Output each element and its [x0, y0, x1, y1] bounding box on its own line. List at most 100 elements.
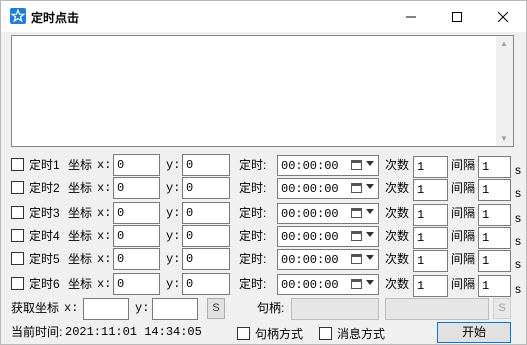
capture-y-input[interactable]: [152, 298, 198, 320]
capture-s-button[interactable]: S: [207, 298, 225, 319]
timer6-time-label: 定时:: [239, 277, 267, 291]
timer1-y-input[interactable]: 0: [182, 154, 230, 176]
timer6-count-label: 次数: [385, 277, 410, 291]
message-mode-label: 消息方式: [337, 327, 386, 341]
timer1-time-picker[interactable]: 00:00:00: [277, 155, 379, 176]
timer4-time-picker[interactable]: 00:00:00: [277, 226, 379, 247]
timer2-interval-input[interactable]: 1: [478, 179, 511, 201]
maximize-button[interactable]: [434, 1, 480, 32]
calendar-icon[interactable]: [351, 279, 362, 289]
timer3-time-picker[interactable]: 00:00:00: [277, 203, 379, 224]
timer1-interval-input[interactable]: 1: [478, 156, 511, 178]
star-icon: [10, 8, 26, 24]
start-button[interactable]: 开始: [437, 322, 511, 343]
timer2-y-input[interactable]: 0: [182, 177, 230, 199]
log-textarea[interactable]: ▲ ▼: [11, 35, 514, 147]
timer2-x-input[interactable]: 0: [113, 177, 160, 199]
chevron-down-icon[interactable]: [366, 184, 374, 189]
calendar-icon[interactable]: [351, 208, 362, 218]
timer1-y-label: y:: [166, 158, 181, 172]
timer6-unit: s: [515, 282, 521, 296]
calendar-icon[interactable]: [351, 254, 362, 264]
timer5-x-label: x:: [97, 252, 112, 266]
timer6-y-label: y:: [166, 277, 181, 291]
minimize-button[interactable]: [388, 1, 434, 32]
timer6-x-label: x:: [97, 277, 112, 291]
timer5-unit: s: [515, 257, 521, 271]
timer4-checkbox[interactable]: [11, 229, 24, 242]
timer2-time-label: 定时:: [239, 181, 267, 195]
vertical-scrollbar[interactable]: ▲ ▼: [496, 36, 513, 146]
chevron-down-icon[interactable]: [366, 161, 374, 166]
timer1-x-input[interactable]: 0: [113, 154, 160, 176]
timer3-x-input[interactable]: 0: [113, 202, 160, 224]
calendar-icon[interactable]: [351, 231, 362, 241]
timer2-unit: s: [515, 186, 521, 200]
timer6-checkbox[interactable]: [11, 277, 24, 290]
timer2-time-picker[interactable]: 00:00:00: [277, 178, 379, 199]
timer1-count-input[interactable]: 1: [413, 156, 448, 178]
timer4-x-label: x:: [97, 229, 112, 243]
timer2-y-label: y:: [166, 181, 181, 195]
timer5-count-input[interactable]: 1: [413, 250, 448, 272]
timer3-interval-input[interactable]: 1: [478, 204, 511, 226]
timer3-x-label: x:: [97, 206, 112, 220]
title-bar[interactable]: 定时点击: [1, 1, 526, 32]
timer2-checkbox[interactable]: [11, 181, 24, 194]
handle-s-button[interactable]: S: [493, 298, 511, 319]
timer4-y-input[interactable]: 0: [182, 225, 230, 247]
scroll-up-icon[interactable]: ▲: [500, 39, 508, 48]
timer3-label: 定时3: [29, 206, 60, 220]
timer5-x-input[interactable]: 0: [113, 248, 160, 270]
chevron-down-icon[interactable]: [366, 232, 374, 237]
chevron-down-icon[interactable]: [366, 280, 374, 285]
calendar-icon[interactable]: [351, 183, 362, 193]
timer6-time-value: 00:00:00: [281, 278, 339, 292]
timer5-checkbox[interactable]: [11, 252, 24, 265]
timer5-interval-input[interactable]: 1: [478, 250, 511, 272]
message-mode-checkbox[interactable]: [319, 327, 332, 340]
timer4-x-input[interactable]: 0: [113, 225, 160, 247]
timer6-coord-label: 坐标: [68, 277, 93, 291]
chevron-down-icon[interactable]: [366, 209, 374, 214]
timer6-time-picker[interactable]: 00:00:00: [277, 274, 379, 295]
timer5-coord-label: 坐标: [68, 252, 93, 266]
capture-x-input[interactable]: [83, 298, 129, 320]
chevron-down-icon[interactable]: [366, 255, 374, 260]
timer6-count-input[interactable]: 1: [413, 275, 448, 297]
timer3-y-input[interactable]: 0: [182, 202, 230, 224]
timer2-time-value: 00:00:00: [281, 182, 339, 196]
timer3-checkbox[interactable]: [11, 206, 24, 219]
timer4-unit: s: [515, 234, 521, 248]
close-button[interactable]: [480, 1, 526, 32]
handle-mode-checkbox[interactable]: [237, 327, 250, 340]
handle-mode-label: 句柄方式: [255, 327, 304, 341]
timer3-count-input[interactable]: 1: [413, 204, 448, 226]
timer1-label: 定时1: [29, 158, 60, 172]
timer5-y-label: y:: [166, 252, 181, 266]
calendar-icon[interactable]: [351, 160, 362, 170]
timer1-checkbox[interactable]: [11, 158, 24, 171]
timer2-count-input[interactable]: 1: [413, 179, 448, 201]
scroll-down-icon[interactable]: ▼: [500, 134, 508, 143]
timer5-time-picker[interactable]: 00:00:00: [277, 249, 379, 270]
timer6-interval-input[interactable]: 1: [478, 275, 511, 297]
handle-input[interactable]: [291, 298, 379, 320]
timer5-y-input[interactable]: 0: [182, 248, 230, 270]
timer3-time-value: 00:00:00: [281, 207, 339, 221]
current-time-value: 2021:11:01 14:34:05: [65, 325, 202, 339]
timer2-coord-label: 坐标: [68, 181, 93, 195]
timer6-y-input[interactable]: 0: [182, 273, 230, 295]
timer5-time-value: 00:00:00: [281, 253, 339, 267]
timer3-time-label: 定时:: [239, 206, 267, 220]
timer3-unit: s: [515, 211, 521, 225]
timer4-interval-input[interactable]: 1: [478, 227, 511, 249]
timer1-unit: s: [515, 163, 521, 177]
timer3-count-label: 次数: [385, 206, 410, 220]
timer5-interval-label: 间隔: [451, 252, 476, 266]
timer4-count-input[interactable]: 1: [413, 227, 448, 249]
timer6-x-input[interactable]: 0: [113, 273, 160, 295]
timer2-x-label: x:: [97, 181, 112, 195]
handle-extra-input[interactable]: [385, 298, 489, 320]
timer1-time-label: 定时:: [239, 158, 267, 172]
